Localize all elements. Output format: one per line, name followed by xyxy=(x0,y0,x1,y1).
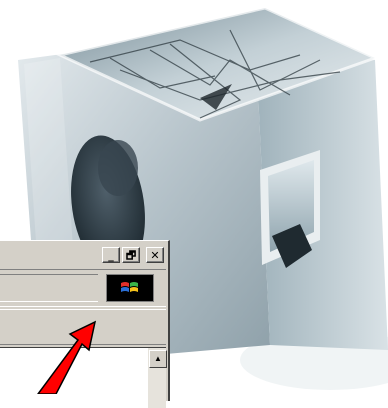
vertical-scrollbar[interactable]: ▲ xyxy=(148,348,167,408)
os-window: _ 🗗 ✕ ▲ xyxy=(0,240,170,408)
windows-logo-icon xyxy=(121,282,138,292)
caption-gap xyxy=(142,247,144,263)
scroll-up-icon[interactable]: ▲ xyxy=(149,350,167,368)
content-pane[interactable]: ▲ xyxy=(0,347,167,408)
toolbar-area xyxy=(0,274,98,302)
toolbar-row xyxy=(0,269,166,307)
caption-buttons: _ 🗗 ✕ xyxy=(102,247,164,263)
close-icon[interactable]: ✕ xyxy=(146,247,164,263)
restore-icon[interactable]: 🗗 xyxy=(122,247,140,263)
address-row xyxy=(0,309,166,345)
window-titlebar: _ 🗗 ✕ xyxy=(0,241,168,267)
throbber xyxy=(106,274,154,302)
minimize-icon[interactable]: _ xyxy=(102,247,120,263)
